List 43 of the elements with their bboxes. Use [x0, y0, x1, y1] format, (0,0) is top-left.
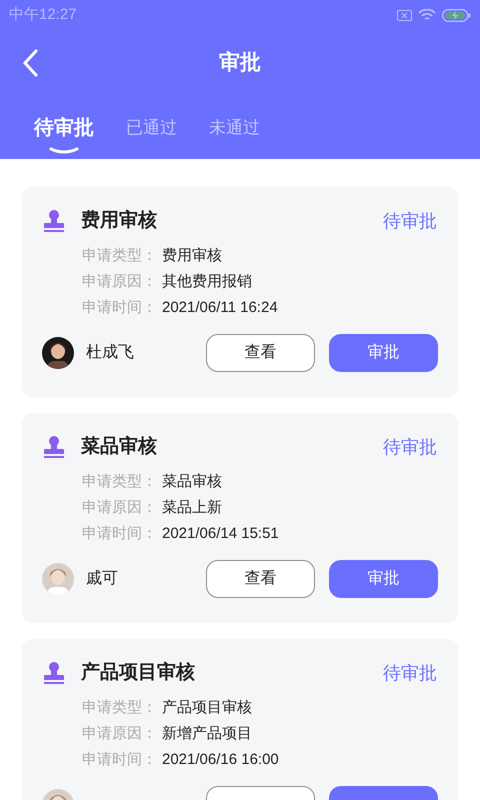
field-label: 申请时间： — [82, 524, 158, 544]
field-label: 申请原因： — [82, 272, 158, 292]
no-sim-icon — [397, 10, 412, 20]
view-button[interactable]: 查看 — [206, 560, 315, 598]
page-title: 审批 — [219, 50, 261, 76]
stamp-icon — [42, 209, 66, 234]
view-button[interactable]: 查看 — [206, 334, 315, 372]
card-title: 产品项目审核 — [81, 660, 195, 685]
field-label: 申请原因： — [82, 724, 158, 744]
tab[interactable]: 已通过 — [126, 113, 177, 152]
field-value: 产品项目审核 — [162, 698, 252, 718]
card-title: 菜品审核 — [81, 434, 157, 459]
applicant-name: 戚可 — [86, 568, 118, 588]
tab-underline-icon — [49, 147, 79, 155]
field-value: 其他费用报销 — [162, 272, 252, 292]
approve-button[interactable]: 审批 — [329, 560, 438, 598]
field-label: 申请类型： — [82, 246, 158, 266]
applicant-name: 杜成飞 — [86, 342, 134, 362]
field-value: 2021/06/14 15:51 — [162, 524, 279, 544]
field-value: 2021/06/11 16:24 — [162, 298, 278, 318]
field-value: 2021/06/16 16:00 — [162, 750, 279, 770]
field-value: 新增产品项目 — [162, 724, 252, 744]
field-value: 费用审核 — [162, 246, 222, 266]
tab[interactable]: 未通过 — [209, 113, 260, 152]
field-label: 申请类型： — [82, 472, 158, 492]
status-label: 待审批 — [383, 662, 437, 685]
tab[interactable]: 待审批 — [34, 113, 94, 155]
field-label: 申请时间： — [82, 750, 158, 770]
wifi-icon — [418, 8, 436, 22]
battery-icon — [442, 8, 471, 22]
field-label: 申请时间： — [82, 298, 158, 318]
status-label: 待审批 — [383, 436, 437, 459]
status-time: 中午12:27 — [9, 4, 77, 25]
status-label: 待审批 — [383, 210, 437, 233]
field-label: 申请类型： — [82, 698, 158, 718]
back-icon — [22, 49, 38, 77]
card-title: 费用审核 — [81, 208, 157, 233]
stamp-icon — [42, 661, 66, 686]
stamp-icon — [42, 435, 66, 460]
approve-button[interactable]: 审批 — [329, 334, 438, 372]
field-value: 菜品上新 — [162, 498, 222, 518]
field-label: 申请原因： — [82, 498, 158, 518]
field-value: 菜品审核 — [162, 472, 222, 492]
